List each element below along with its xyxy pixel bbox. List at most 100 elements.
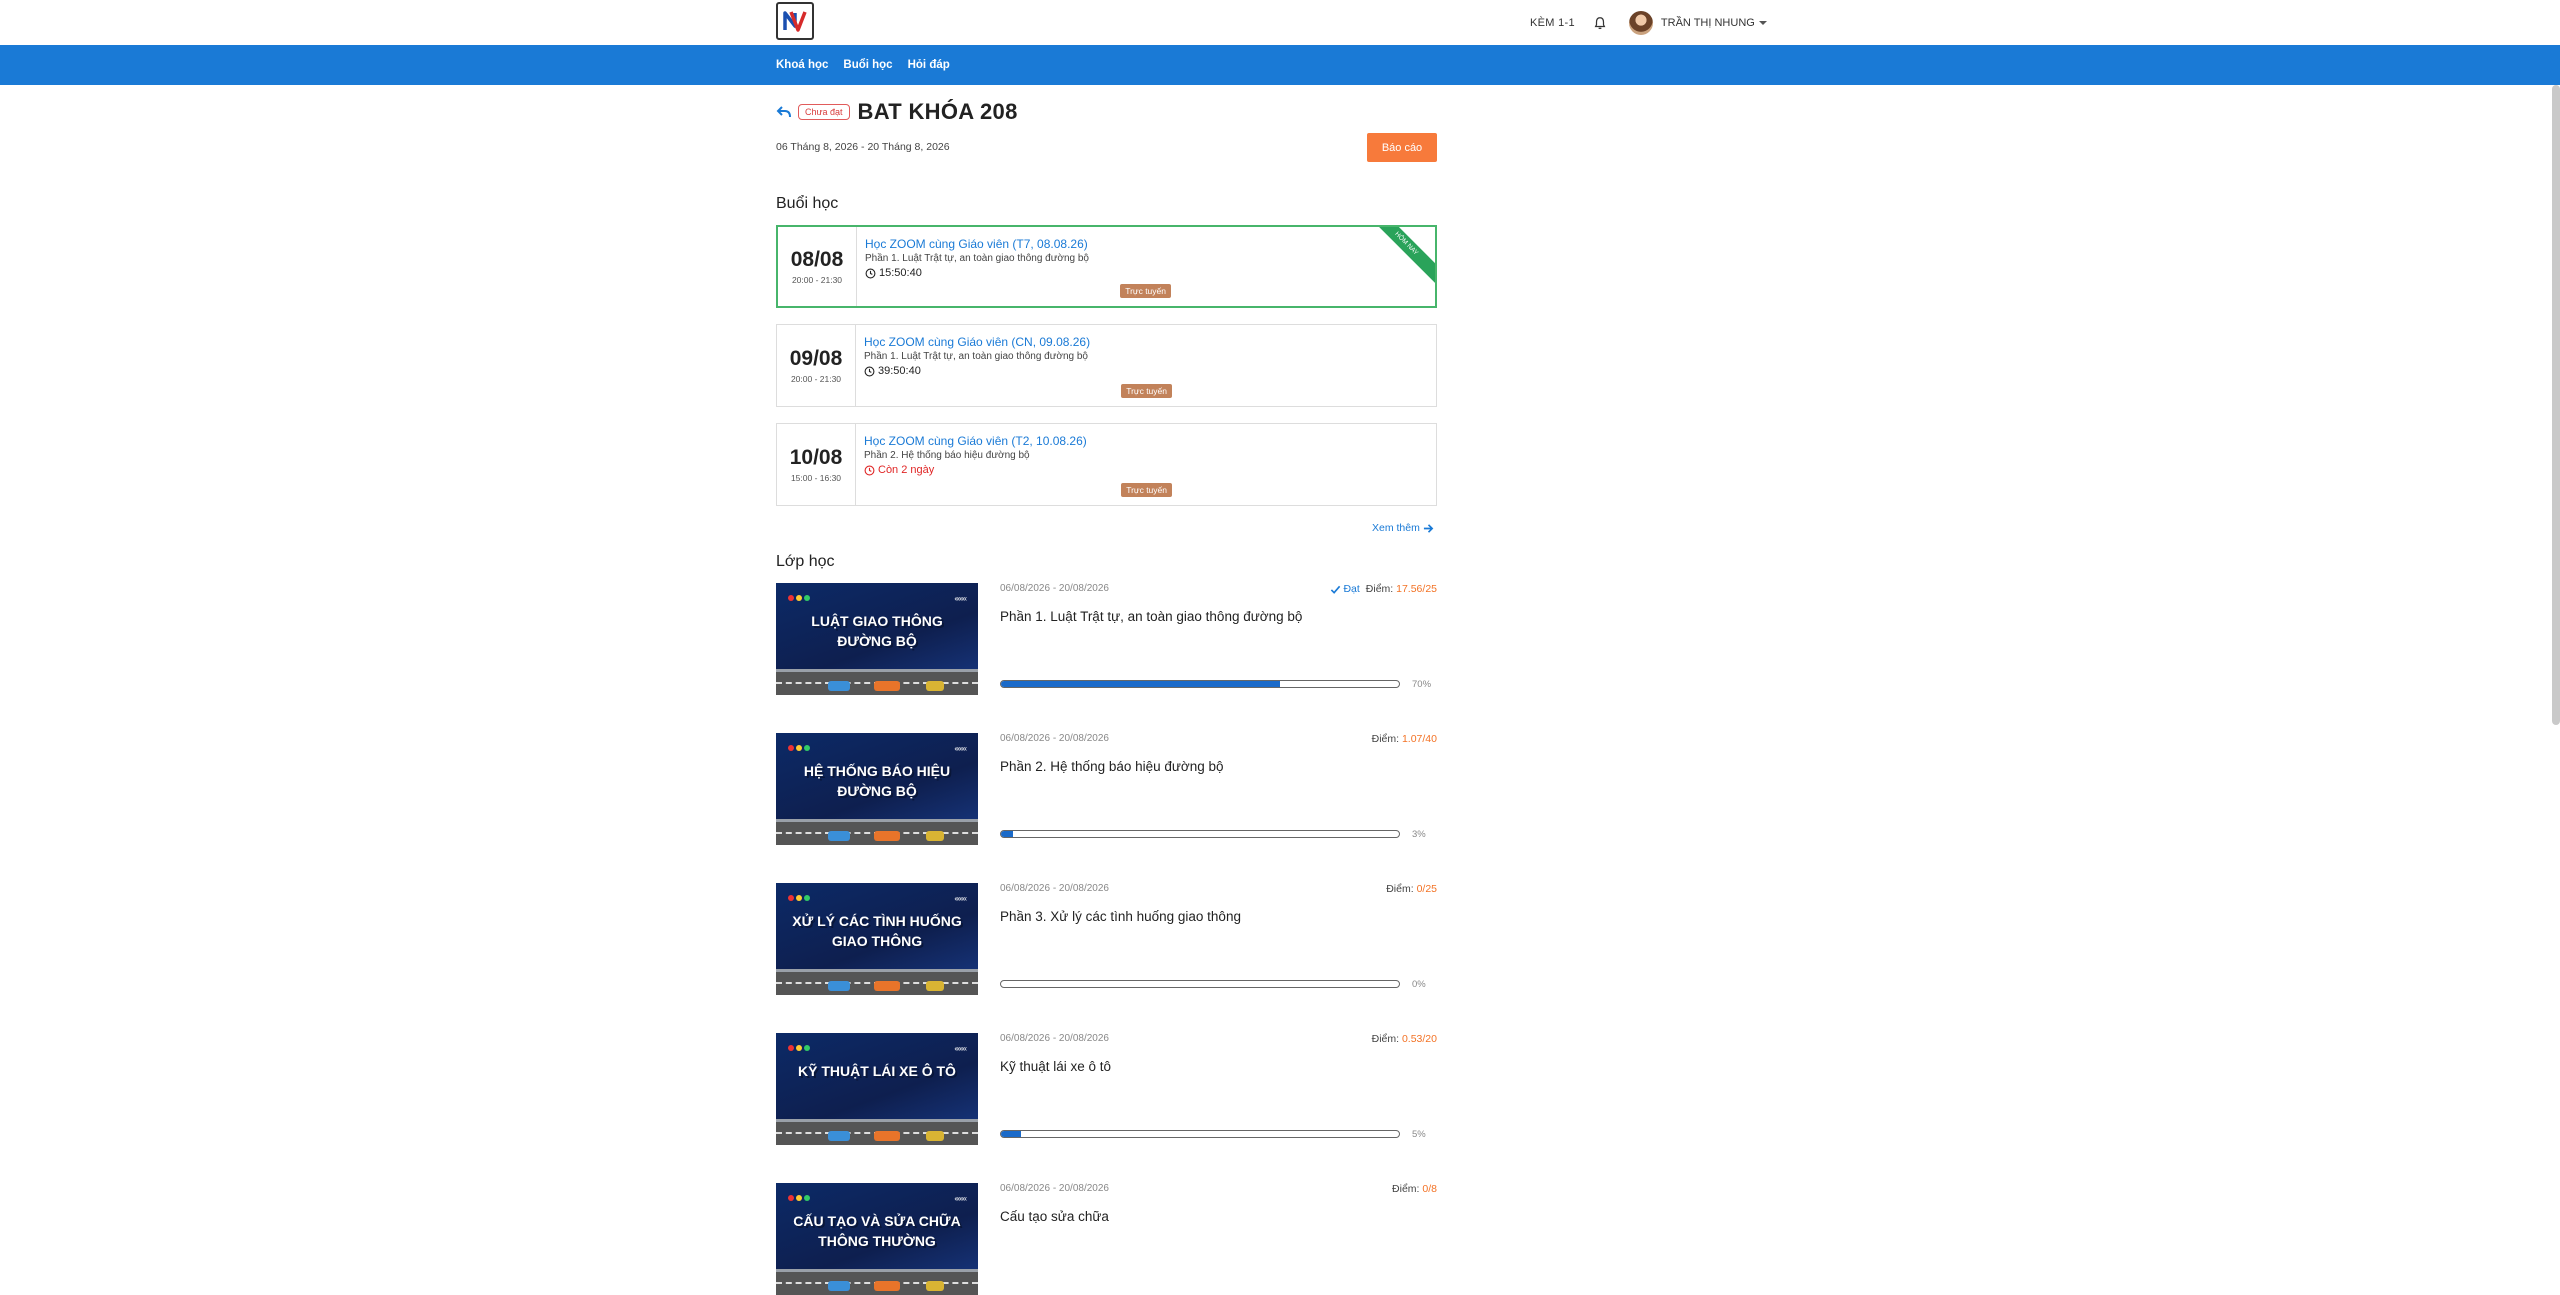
see-more-link[interactable]: Xem thêm [1372, 522, 1434, 534]
class-thumbnail[interactable]: ‹‹‹‹‹‹‹ LUẬT GIAO THÔNG ĐƯỜNG BỘ [776, 583, 978, 695]
class-body: 06/08/2026 - 20/08/2026 Đạt Điểm: 17.56/25… [1000, 583, 1437, 695]
class-card[interactable]: ‹‹‹‹‹‹‹ HỆ THỐNG BÁO HIỆU ĐƯỜNG BỘ 06/08/20… [776, 733, 1437, 845]
session-date: 08/08 20:00 - 21:30 [778, 227, 857, 306]
progress-fill [1001, 681, 1280, 687]
thumbnail-title-line: THÔNG THƯỜNG [818, 1233, 936, 1249]
car-icon [874, 831, 900, 841]
progress-bar [1000, 830, 1400, 838]
thumbnail-title-line: ĐƯỜNG BỘ [837, 633, 917, 649]
pass-badge: Đạt [1330, 583, 1360, 595]
nav-item-courses[interactable]: Khoá học [776, 59, 828, 71]
class-title-link[interactable]: Phần 3. Xử lý các tình huống giao thông [1000, 909, 1241, 924]
car-icon [828, 1131, 850, 1141]
car-icon [926, 1281, 944, 1291]
class-title-link[interactable]: Phần 2. Hệ thống báo hiệu đường bộ [1000, 759, 1224, 774]
traffic-light-icon [788, 895, 810, 901]
online-tag: Trực tuyến [1121, 384, 1172, 398]
session-day: 08/08 [790, 248, 844, 271]
score-value: 0.53/20 [1401, 1033, 1437, 1045]
car-icon [874, 1131, 900, 1141]
page-scrollbar[interactable] [2552, 85, 2560, 725]
session-time: 20:00 - 21:30 [790, 374, 842, 384]
session-part: Phần 1. Luật Trật tự, an toàn giao thông… [865, 253, 1089, 264]
class-score: Đạt Điểm: 17.56/25 [1330, 583, 1437, 595]
logo[interactable] [776, 2, 814, 40]
traffic-light-icon [788, 1045, 810, 1051]
traffic-light-icon [788, 745, 810, 751]
car-icon [874, 1281, 900, 1291]
session-title-link[interactable]: Học ZOOM cùng Giáo viên (T7, 08.08.26) [865, 237, 1427, 251]
user-menu[interactable]: TRẦN THỊ NHUNG [1661, 17, 1767, 29]
class-card[interactable]: ‹‹‹‹‹‹‹ XỬ LÝ CÁC TÌNH HUỐNG GIAO THÔNG 06/… [776, 883, 1437, 995]
class-dates: 06/08/2026 - 20/08/2026 [1000, 1033, 1109, 1044]
session-part: Phần 2. Hệ thống báo hiệu đường bộ [864, 450, 1030, 461]
thumbnail-title: XỬ LÝ CÁC TÌNH HUỐNG GIAO THÔNG [776, 911, 978, 951]
class-thumbnail[interactable]: ‹‹‹‹‹‹‹ KỸ THUẬT LÁI XE Ô TÔ [776, 1033, 978, 1145]
session-body: Học ZOOM cùng Giáo viên (T2, 10.08.26) Ph… [856, 424, 1436, 505]
stripes-decoration: ‹‹‹‹‹‹‹ [954, 744, 967, 753]
thumbnail-title-line: KỸ THUẬT LÁI XE Ô TÔ [798, 1063, 956, 1079]
class-title-link[interactable]: Cấu tạo sửa chữa [1000, 1209, 1109, 1224]
nav-item-sessions[interactable]: Buổi học [843, 59, 892, 71]
class-body: 06/08/2026 - 20/08/2026 Điểm: 0/8 Cấu tạo … [1000, 1183, 1437, 1295]
class-title-link[interactable]: Phần 1. Luật Trật tự, an toàn giao thông… [1000, 609, 1302, 624]
stripes-decoration: ‹‹‹‹‹‹‹ [954, 1194, 967, 1203]
thumbnail-title: CẤU TẠO VÀ SỬA CHỮA THÔNG THƯỜNG [776, 1211, 978, 1251]
report-button[interactable]: Báo cáo [1367, 133, 1437, 162]
class-body: 06/08/2026 - 20/08/2026 Điểm: 0/25 Phần 3.… [1000, 883, 1437, 995]
class-card[interactable]: ‹‹‹‹‹‹‹ LUẬT GIAO THÔNG ĐƯỜNG BỘ 06/08/2026… [776, 583, 1437, 695]
session-day: 09/08 [789, 347, 843, 370]
progress-fill [1001, 831, 1013, 837]
session-card[interactable]: 08/08 20:00 - 21:30 Học ZOOM cùng Giáo viê… [776, 225, 1437, 308]
car-icon [926, 681, 944, 691]
class-card[interactable]: ‹‹‹‹‹‹‹ KỸ THUẬT LÁI XE Ô TÔ 06/08/2026 - … [776, 1033, 1437, 1145]
session-date: 09/08 20:00 - 21:30 [777, 325, 856, 406]
username: TRẦN THỊ NHUNG [1660, 16, 1755, 29]
score-value: 0/25 [1416, 883, 1437, 895]
session-countdown: 39:50:40 [864, 365, 1428, 377]
session-body: Học ZOOM cùng Giáo viên (T7, 08.08.26) Ph… [857, 227, 1435, 306]
traffic-light-icon [788, 595, 810, 601]
car-icon [874, 981, 900, 991]
class-body: 06/08/2026 - 20/08/2026 Điểm: 0.53/20 Kỹ t… [1000, 1033, 1437, 1145]
pass-label: Đạt [1343, 583, 1360, 595]
class-thumbnail[interactable]: ‹‹‹‹‹‹‹ HỆ THỐNG BÁO HIỆU ĐƯỜNG BỘ [776, 733, 978, 845]
kem-1-1-link[interactable]: KÈM 1-1 [1530, 17, 1575, 29]
countdown-text: Còn 2 ngày [878, 464, 935, 476]
online-tag: Trực tuyến [1121, 483, 1172, 497]
avatar[interactable] [1628, 10, 1653, 35]
session-countdown: Còn 2 ngày [864, 464, 1428, 476]
class-thumbnail[interactable]: ‹‹‹‹‹‹‹ CẤU TẠO VÀ SỬA CHỮA THÔNG THƯỜNG [776, 1183, 978, 1295]
bell-icon[interactable] [1593, 16, 1607, 30]
thumbnail-title-line: ĐƯỜNG BỘ [837, 783, 917, 799]
session-card[interactable]: 09/08 20:00 - 21:30 Học ZOOM cùng Giáo viê… [776, 324, 1437, 407]
progress-percent: 0% [1412, 979, 1426, 990]
countdown-text: 15:50:40 [879, 267, 922, 279]
clock-icon [864, 465, 875, 475]
stripes-decoration: ‹‹‹‹‹‹‹ [954, 894, 967, 903]
thumbnail-title: HỆ THỐNG BÁO HIỆU ĐƯỜNG BỘ [776, 761, 978, 801]
class-thumbnail[interactable]: ‹‹‹‹‹‹‹ XỬ LÝ CÁC TÌNH HUỐNG GIAO THÔNG [776, 883, 978, 995]
session-card[interactable]: 10/08 15:00 - 16:30 Học ZOOM cùng Giáo viê… [776, 423, 1437, 506]
nav-item-qa[interactable]: Hỏi đáp [908, 59, 950, 71]
session-time: 15:00 - 16:30 [790, 473, 842, 483]
progress-bar [1000, 980, 1400, 988]
session-title-link[interactable]: Học ZOOM cùng Giáo viên (T2, 10.08.26) [864, 434, 1428, 448]
class-score: Điểm: 0/8 [1392, 1183, 1437, 1195]
class-dates: 06/08/2026 - 20/08/2026 [1000, 733, 1109, 744]
session-body: Học ZOOM cùng Giáo viên (CN, 09.08.26) Ph… [856, 325, 1436, 406]
car-icon [828, 1281, 850, 1291]
car-icon [828, 981, 850, 991]
thumbnail-title: LUẬT GIAO THÔNG ĐƯỜNG BỘ [776, 611, 978, 651]
class-body: 06/08/2026 - 20/08/2026 Điểm: 1.07/40 Phần… [1000, 733, 1437, 845]
back-arrow-icon[interactable] [776, 104, 792, 120]
progress-percent: 70% [1412, 679, 1432, 690]
session-part: Phần 1. Luật Trật tự, an toàn giao thông… [864, 351, 1088, 362]
class-card[interactable]: ‹‹‹‹‹‹‹ CẤU TẠO VÀ SỬA CHỮA THÔNG THƯỜNG 06… [776, 1183, 1437, 1295]
clock-icon [864, 366, 875, 376]
session-title-link[interactable]: Học ZOOM cùng Giáo viên (CN, 09.08.26) [864, 335, 1428, 349]
class-title-link[interactable]: Kỹ thuật lái xe ô tô [1000, 1059, 1111, 1074]
nav-bar: Khoá học Buổi học Hỏi đáp [0, 45, 2560, 85]
traffic-light-icon [788, 1195, 810, 1201]
score-value: 0/8 [1422, 1183, 1437, 1195]
